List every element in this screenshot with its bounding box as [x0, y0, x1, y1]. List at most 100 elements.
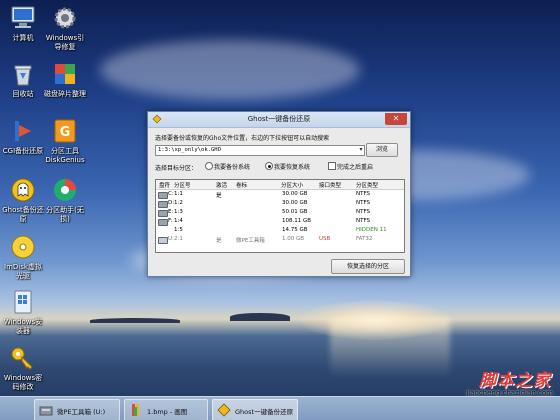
desktop-icon-password-reset[interactable]: Windows密 码修改 — [0, 344, 46, 392]
column-header: 卷标 — [236, 183, 248, 189]
cell-size: 14.75 GB — [282, 227, 308, 233]
backup-radio[interactable] — [205, 162, 213, 170]
cell-size: 1.00 GB — [282, 236, 305, 242]
close-button[interactable]: ✕ — [385, 113, 407, 125]
table-row[interactable]: F: 1:4 108.11 GB NTFS — [156, 217, 404, 226]
taskbar: 微PE工具箱 (U:) 1.bmp - 画图 Ghost一键备份还原 — [0, 396, 560, 420]
desktop-icon-windows-installer[interactable]: Windows安 装器 — [0, 288, 46, 336]
desktop-icon-label: Windows安 装器 — [3, 318, 43, 335]
column-header: 接口类型 — [319, 183, 342, 189]
gho-path-input[interactable]: 1:3:\xp_only\ok.GHO — [155, 145, 365, 156]
island — [230, 313, 290, 321]
disk-icon — [158, 201, 168, 208]
ghost-icon — [9, 176, 37, 204]
desktop-icon-computer[interactable]: 计算机 — [0, 4, 46, 43]
ghost-dialog: Ghost一键备份还原 ✕ 选择要备份或恢复的Gho文件位置，右边的下拉按钮可以… — [147, 111, 411, 277]
desktop-icon-recycle-bin[interactable]: 回收站 — [0, 60, 46, 99]
table-row[interactable]: U: 2:1 是 微PE工具箱 1.00 GB USB FAT32 — [156, 235, 404, 244]
cell-size: 30.00 GB — [282, 191, 308, 197]
table-header: 盘符 分区号 激活 卷标 分区大小 接口类型 分区类型 — [156, 180, 404, 190]
cell-size: 108.11 GB — [282, 218, 312, 224]
cell-part: 1:4 — [174, 218, 183, 224]
desktop-icon-ghost[interactable]: Ghost备份还 原 — [0, 176, 46, 224]
dialog-title: Ghost一键备份还原 — [247, 115, 311, 123]
desktop-icon-cgi-backup[interactable]: CGI备份还原 — [0, 117, 46, 156]
table-row[interactable]: 1:5 14.75 GB HIDDEN 11 — [156, 226, 404, 235]
taskbar-item-explorer[interactable]: 微PE工具箱 (U:) — [34, 399, 120, 420]
cell-part: 1:3 — [174, 209, 183, 215]
defrag-icon — [51, 60, 79, 88]
chevron-down-icon[interactable]: ▾ — [358, 146, 364, 154]
folder-drive-icon — [39, 406, 53, 416]
diskgenius-icon: G — [51, 117, 79, 145]
gho-path-instruction: 选择要备份或恢复的Gho文件位置，右边的下拉按钮可以自动搜索 — [155, 135, 330, 142]
cgi-backup-icon — [9, 117, 37, 145]
desktop-icon-imdisk[interactable]: ImDisk虚拟 光驱 — [0, 233, 46, 281]
usb-drive-icon — [158, 237, 168, 244]
desktop-icon-diskgenius[interactable]: G 分区工具 DiskGenius — [42, 117, 88, 165]
cell-active: 是 — [216, 193, 222, 199]
reboot-checkbox[interactable] — [328, 162, 336, 170]
taskbar-item-label: Ghost一键备份还原 — [235, 408, 294, 416]
desktop-icon-label: Ghost备份还 原 — [2, 206, 44, 223]
cell-type: NTFS — [356, 191, 371, 197]
cell-drive: U: — [168, 236, 174, 242]
dialog-titlebar[interactable]: Ghost一键备份还原 ✕ — [148, 112, 410, 128]
cell-size: 50.01 GB — [282, 209, 308, 215]
cell-type: HIDDEN 11 — [356, 227, 387, 233]
partition-assistant-icon — [51, 176, 79, 204]
desktop-icon-partition-assistant[interactable]: 分区助手(无 损) — [42, 176, 88, 224]
desktop-icon-label: 计算机 — [12, 34, 34, 42]
table-row[interactable]: C: 1:1 是 30.00 GB NTFS — [156, 190, 404, 199]
watermark-title: 脚本之家 — [479, 371, 551, 391]
close-icon: ✕ — [392, 114, 400, 123]
desktop-icon-windows-boot-repair[interactable]: Windows引 导修复 — [42, 4, 88, 52]
computer-icon — [9, 4, 37, 32]
table-row[interactable]: E: 1:3 50.01 GB NTFS — [156, 208, 404, 217]
password-key-icon — [9, 344, 37, 372]
cell-part: 1:2 — [174, 200, 183, 206]
recycle-bin-icon — [9, 60, 37, 88]
island — [90, 318, 180, 323]
ghost-icon — [217, 403, 231, 417]
disk-icon — [158, 210, 168, 217]
desktop-icon-label: Windows引 导修复 — [45, 34, 85, 51]
taskbar-item-label: 1.bmp - 画图 — [147, 408, 188, 416]
taskbar-item-paint[interactable]: 1.bmp - 画图 — [124, 399, 208, 420]
cell-type: NTFS — [356, 218, 371, 224]
paint-icon — [132, 404, 139, 416]
desktop-icon-label: 分区工具 DiskGenius — [45, 147, 85, 164]
partition-table[interactable]: 盘符 分区号 激活 卷标 分区大小 接口类型 分区类型 C: 1:1 是 30.… — [155, 179, 405, 253]
cell-type: FAT32 — [356, 236, 373, 242]
column-header: 分区类型 — [356, 183, 379, 189]
restore-radio[interactable] — [265, 162, 273, 170]
cell-drive: C: — [168, 191, 174, 197]
gear-icon — [51, 4, 79, 32]
table-row[interactable]: D: 1:2 30.00 GB NTFS — [156, 199, 404, 208]
backup-radio-label: 我要备份系统 — [214, 164, 251, 171]
reboot-checkbox-label: 完成之后重启 — [337, 164, 374, 171]
cell-part: 2:1 — [174, 236, 183, 242]
desktop-icon-label: ImDisk虚拟 光驱 — [4, 263, 42, 280]
cell-active: 是 — [216, 238, 222, 244]
cell-part: 1:1 — [174, 191, 183, 197]
desktop-icon-label: CGI备份还原 — [2, 147, 44, 155]
browse-button[interactable]: 浏览 — [366, 143, 398, 157]
cell-size: 30.00 GB — [282, 200, 308, 206]
cell-type: NTFS — [356, 209, 371, 215]
desktop-icon-label: 回收站 — [12, 90, 34, 98]
desktop-icon-label: 磁盘碎片整理 — [44, 90, 86, 98]
desktop-icon-defrag[interactable]: 磁盘碎片整理 — [42, 60, 88, 99]
restore-partition-button[interactable]: 恢复选择的分区 — [331, 259, 405, 274]
column-header: 分区大小 — [281, 183, 304, 189]
disk-icon — [158, 219, 168, 226]
desktop: 计算机 Windows引 导修复 回收站 磁盘碎片整理 CGI备份还原 G 分区… — [0, 0, 560, 420]
imdisk-icon — [9, 233, 37, 261]
cell-drive: E: — [168, 209, 174, 215]
column-header: 分区号 — [174, 183, 191, 189]
disk-icon — [158, 192, 168, 199]
target-partition-label: 选择目标分区： — [155, 165, 198, 172]
cloud — [100, 40, 360, 100]
taskbar-item-ghost[interactable]: Ghost一键备份还原 — [212, 399, 298, 420]
column-header: 盘符 — [159, 183, 171, 189]
